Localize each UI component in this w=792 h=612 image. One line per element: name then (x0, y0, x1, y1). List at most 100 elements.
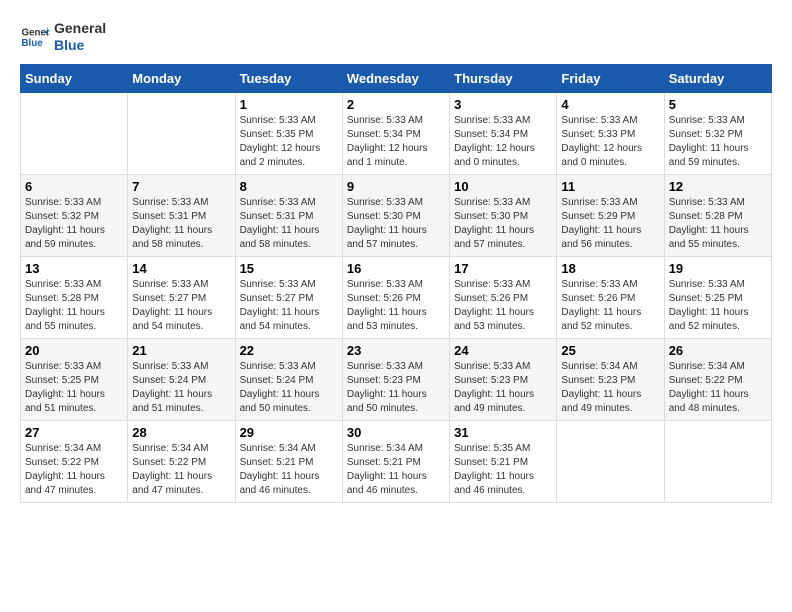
calendar-cell: 27 Sunrise: 5:34 AM Sunset: 5:22 PM Dayli… (21, 420, 128, 502)
calendar-cell: 18 Sunrise: 5:33 AM Sunset: 5:26 PM Dayli… (557, 256, 664, 338)
calendar-cell: 15 Sunrise: 5:33 AM Sunset: 5:27 PM Dayli… (235, 256, 342, 338)
day-info: Sunrise: 5:33 AM Sunset: 5:34 PM Dayligh… (454, 114, 552, 170)
calendar-week-3: 13Sunrise: 5:33 AM Sunset: 5:28 PM Dayli… (21, 256, 772, 338)
day-number: 10 (454, 179, 552, 194)
day-number: 12 (669, 179, 767, 194)
header-wednesday: Wednesday (342, 64, 449, 92)
calendar-header-row: SundayMondayTuesdayWednesdayThursdayFrid… (21, 64, 772, 92)
calendar-cell (664, 420, 771, 502)
header-sunday: Sunday (21, 64, 128, 92)
day-number: 23 (347, 343, 445, 358)
day-info: Sunrise: 5:33 AM Sunset: 5:26 PM Dayligh… (561, 278, 659, 334)
day-info: Sunrise: 5:33 AM Sunset: 5:28 PM Dayligh… (669, 196, 767, 252)
day-info: Sunrise: 5:33 AM Sunset: 5:32 PM Dayligh… (25, 196, 123, 252)
calendar-cell: 30Sunrise: 5:34 AM Sunset: 5:21 PM Dayli… (342, 420, 449, 502)
logo: General Blue General Blue (20, 20, 106, 54)
day-number: 17 (454, 261, 552, 276)
day-info: Sunrise: 5:33 AM Sunset: 5:32 PM Dayligh… (669, 114, 767, 170)
day-number: 28 (132, 425, 230, 440)
calendar-cell: 28 Sunrise: 5:34 AM Sunset: 5:22 PM Dayli… (128, 420, 235, 502)
day-number: 19 (669, 261, 767, 276)
day-number: 11 (561, 179, 659, 194)
day-info: Sunrise: 5:33 AM Sunset: 5:27 PM Dayligh… (132, 278, 230, 334)
calendar-cell: 1 Sunrise: 5:33 AM Sunset: 5:35 PM Daylig… (235, 92, 342, 174)
calendar-cell: 3 Sunrise: 5:33 AM Sunset: 5:34 PM Daylig… (450, 92, 557, 174)
day-number: 15 (240, 261, 338, 276)
calendar-week-1: 1 Sunrise: 5:33 AM Sunset: 5:35 PM Daylig… (21, 92, 772, 174)
logo-text-blue: Blue (54, 37, 106, 54)
calendar-cell: 12 Sunrise: 5:33 AM Sunset: 5:28 PM Dayli… (664, 174, 771, 256)
calendar-cell: 2 Sunrise: 5:33 AM Sunset: 5:34 PM Daylig… (342, 92, 449, 174)
calendar-cell: 26 Sunrise: 5:34 AM Sunset: 5:22 PM Dayli… (664, 338, 771, 420)
day-number: 26 (669, 343, 767, 358)
day-info: Sunrise: 5:33 AM Sunset: 5:25 PM Dayligh… (669, 278, 767, 334)
day-info: Sunrise: 5:33 AM Sunset: 5:24 PM Dayligh… (132, 360, 230, 416)
day-info: Sunrise: 5:33 AM Sunset: 5:35 PM Dayligh… (240, 114, 338, 170)
day-number: 20 (25, 343, 123, 358)
calendar-cell: 24Sunrise: 5:33 AM Sunset: 5:23 PM Dayli… (450, 338, 557, 420)
day-number: 21 (132, 343, 230, 358)
day-number: 25 (561, 343, 659, 358)
day-info: Sunrise: 5:34 AM Sunset: 5:23 PM Dayligh… (561, 360, 659, 416)
calendar-cell: 19 Sunrise: 5:33 AM Sunset: 5:25 PM Dayli… (664, 256, 771, 338)
day-number: 8 (240, 179, 338, 194)
calendar-cell: 17Sunrise: 5:33 AM Sunset: 5:26 PM Dayli… (450, 256, 557, 338)
day-info: Sunrise: 5:33 AM Sunset: 5:33 PM Dayligh… (561, 114, 659, 170)
day-info: Sunrise: 5:35 AM Sunset: 5:21 PM Dayligh… (454, 442, 552, 498)
day-number: 22 (240, 343, 338, 358)
day-number: 5 (669, 97, 767, 112)
header-thursday: Thursday (450, 64, 557, 92)
calendar-cell: 7 Sunrise: 5:33 AM Sunset: 5:31 PM Daylig… (128, 174, 235, 256)
calendar-cell: 5 Sunrise: 5:33 AM Sunset: 5:32 PM Daylig… (664, 92, 771, 174)
calendar-cell: 20 Sunrise: 5:33 AM Sunset: 5:25 PM Dayli… (21, 338, 128, 420)
calendar-cell (21, 92, 128, 174)
day-info: Sunrise: 5:34 AM Sunset: 5:21 PM Dayligh… (347, 442, 445, 498)
day-info: Sunrise: 5:34 AM Sunset: 5:22 PM Dayligh… (25, 442, 123, 498)
calendar-cell: 29Sunrise: 5:34 AM Sunset: 5:21 PM Dayli… (235, 420, 342, 502)
svg-text:Blue: Blue (22, 38, 44, 49)
calendar-cell: 21 Sunrise: 5:33 AM Sunset: 5:24 PM Dayli… (128, 338, 235, 420)
day-info: Sunrise: 5:33 AM Sunset: 5:25 PM Dayligh… (25, 360, 123, 416)
day-number: 27 (25, 425, 123, 440)
header-friday: Friday (557, 64, 664, 92)
day-info: Sunrise: 5:33 AM Sunset: 5:29 PM Dayligh… (561, 196, 659, 252)
calendar-cell: 10 Sunrise: 5:33 AM Sunset: 5:30 PM Dayli… (450, 174, 557, 256)
calendar-week-4: 20 Sunrise: 5:33 AM Sunset: 5:25 PM Dayli… (21, 338, 772, 420)
day-number: 13 (25, 261, 123, 276)
day-info: Sunrise: 5:34 AM Sunset: 5:22 PM Dayligh… (132, 442, 230, 498)
day-number: 31 (454, 425, 552, 440)
calendar-cell: 14Sunrise: 5:33 AM Sunset: 5:27 PM Dayli… (128, 256, 235, 338)
day-info: Sunrise: 5:33 AM Sunset: 5:30 PM Dayligh… (454, 196, 552, 252)
day-info: Sunrise: 5:33 AM Sunset: 5:23 PM Dayligh… (454, 360, 552, 416)
calendar-cell: 11 Sunrise: 5:33 AM Sunset: 5:29 PM Dayli… (557, 174, 664, 256)
day-number: 9 (347, 179, 445, 194)
header-monday: Monday (128, 64, 235, 92)
calendar-table: SundayMondayTuesdayWednesdayThursdayFrid… (20, 64, 772, 503)
day-number: 7 (132, 179, 230, 194)
day-info: Sunrise: 5:33 AM Sunset: 5:34 PM Dayligh… (347, 114, 445, 170)
header-tuesday: Tuesday (235, 64, 342, 92)
calendar-cell: 8Sunrise: 5:33 AM Sunset: 5:31 PM Daylig… (235, 174, 342, 256)
day-number: 16 (347, 261, 445, 276)
logo-icon: General Blue (20, 22, 50, 52)
calendar-cell (128, 92, 235, 174)
calendar-cell: 4Sunrise: 5:33 AM Sunset: 5:33 PM Daylig… (557, 92, 664, 174)
header-saturday: Saturday (664, 64, 771, 92)
day-number: 18 (561, 261, 659, 276)
calendar-cell: 13Sunrise: 5:33 AM Sunset: 5:28 PM Dayli… (21, 256, 128, 338)
page-header: General Blue General Blue (20, 20, 772, 54)
day-number: 3 (454, 97, 552, 112)
day-info: Sunrise: 5:33 AM Sunset: 5:31 PM Dayligh… (132, 196, 230, 252)
day-info: Sunrise: 5:34 AM Sunset: 5:22 PM Dayligh… (669, 360, 767, 416)
calendar-cell: 16 Sunrise: 5:33 AM Sunset: 5:26 PM Dayli… (342, 256, 449, 338)
calendar-cell: 23 Sunrise: 5:33 AM Sunset: 5:23 PM Dayli… (342, 338, 449, 420)
day-info: Sunrise: 5:33 AM Sunset: 5:27 PM Dayligh… (240, 278, 338, 334)
calendar-cell: 25 Sunrise: 5:34 AM Sunset: 5:23 PM Dayli… (557, 338, 664, 420)
day-info: Sunrise: 5:34 AM Sunset: 5:21 PM Dayligh… (240, 442, 338, 498)
day-info: Sunrise: 5:33 AM Sunset: 5:24 PM Dayligh… (240, 360, 338, 416)
day-number: 1 (240, 97, 338, 112)
day-info: Sunrise: 5:33 AM Sunset: 5:26 PM Dayligh… (347, 278, 445, 334)
day-number: 2 (347, 97, 445, 112)
day-number: 6 (25, 179, 123, 194)
day-info: Sunrise: 5:33 AM Sunset: 5:23 PM Dayligh… (347, 360, 445, 416)
